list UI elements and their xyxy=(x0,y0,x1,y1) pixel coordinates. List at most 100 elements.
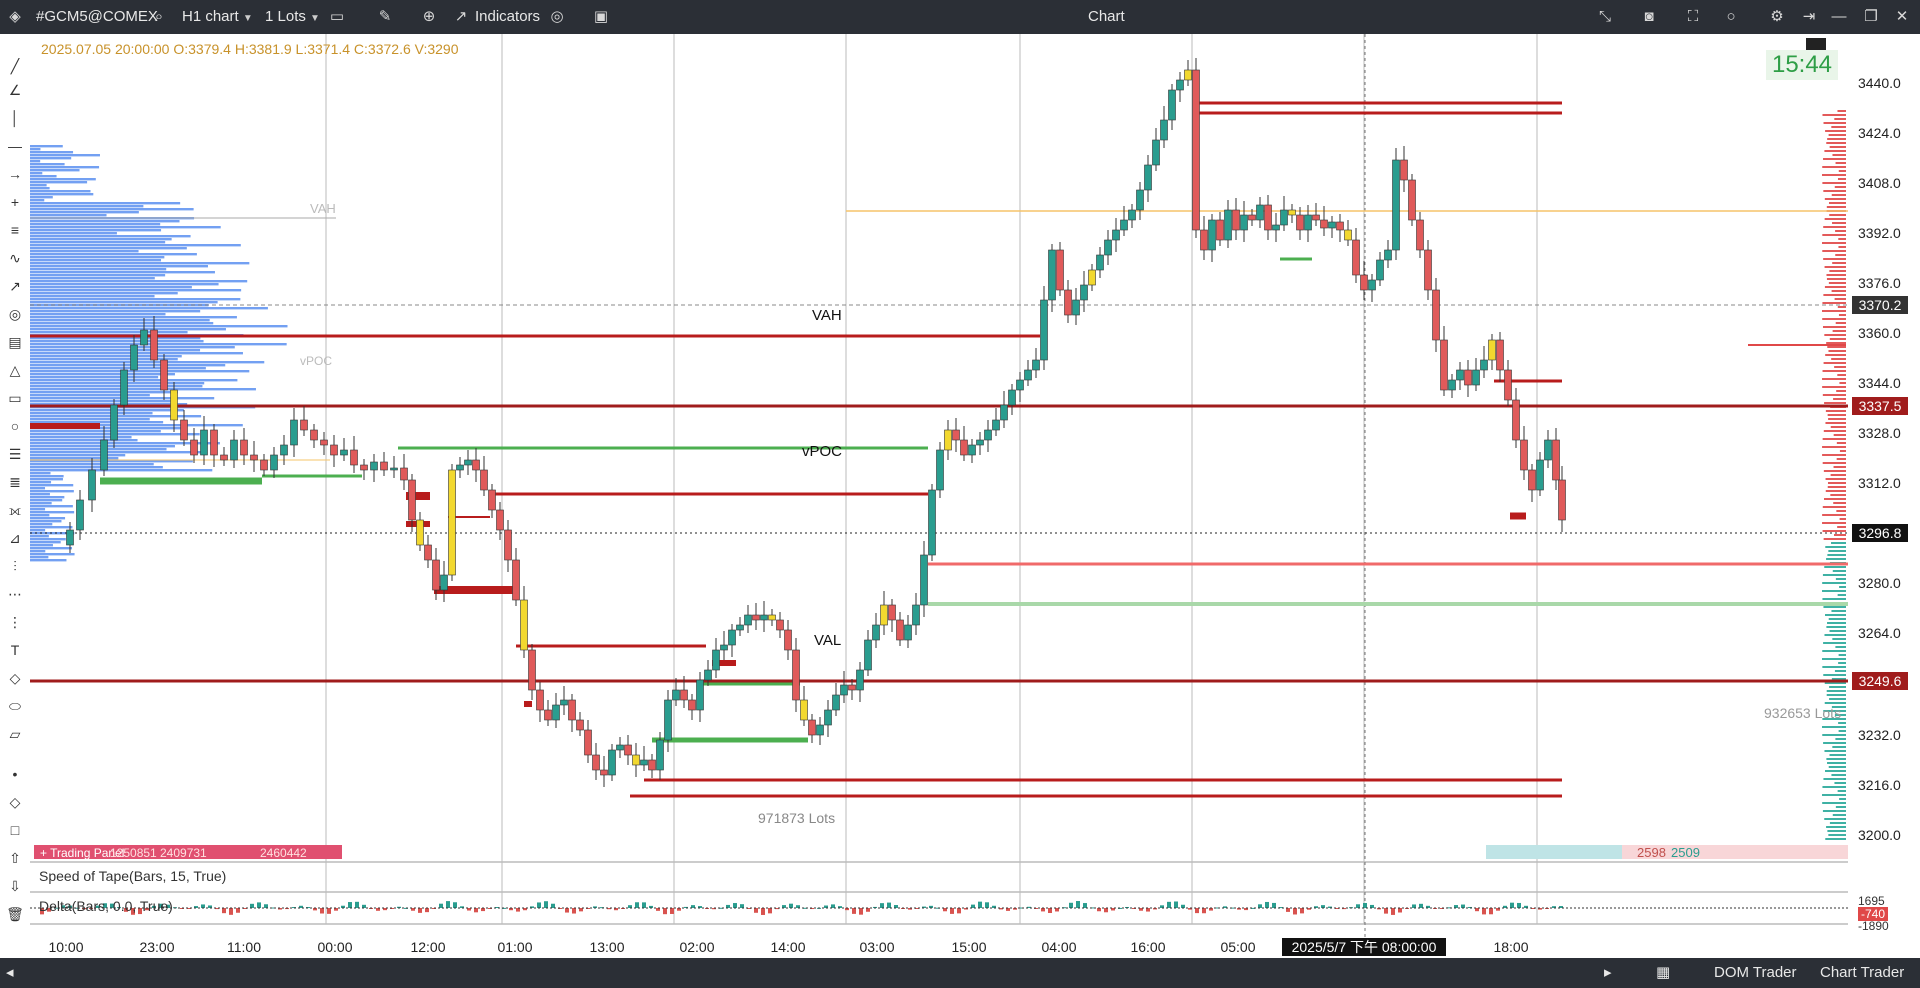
candle[interactable] xyxy=(560,699,568,706)
candle[interactable] xyxy=(1504,369,1512,401)
candle[interactable] xyxy=(360,464,368,471)
curve-icon[interactable]: ∿ xyxy=(5,248,25,268)
candle[interactable] xyxy=(280,444,288,456)
candle[interactable] xyxy=(528,649,536,691)
zoom-icon[interactable]: ⊕ xyxy=(420,8,438,26)
line-tool-icon[interactable]: ╱ xyxy=(5,56,25,76)
candle[interactable] xyxy=(408,479,416,521)
candle[interactable] xyxy=(1248,214,1256,221)
candle[interactable] xyxy=(1040,299,1048,361)
candle[interactable] xyxy=(1272,224,1280,231)
square-icon[interactable]: □ xyxy=(5,820,25,840)
candle[interactable] xyxy=(680,689,688,701)
candle[interactable] xyxy=(744,614,752,626)
forecast-icon[interactable]: ⟗ xyxy=(5,500,25,520)
scroll-right-icon[interactable]: ▸ xyxy=(1604,958,1612,988)
dom-trader-button[interactable]: DOM Trader xyxy=(1714,958,1797,988)
candle[interactable] xyxy=(952,429,960,441)
callout-icon[interactable]: ▱ xyxy=(5,724,25,744)
candle[interactable] xyxy=(1184,69,1192,81)
candle[interactable] xyxy=(170,389,178,421)
candle[interactable] xyxy=(1440,339,1448,391)
candle[interactable] xyxy=(416,519,424,546)
candle[interactable] xyxy=(1096,254,1104,271)
candle[interactable] xyxy=(1080,284,1088,301)
fullscreen-icon[interactable]: ⛶ xyxy=(1684,8,1702,26)
candle[interactable] xyxy=(1496,339,1504,371)
bars-icon[interactable]: ☰ xyxy=(5,444,25,464)
candle[interactable] xyxy=(576,719,584,731)
search-icon[interactable]: ⌕ xyxy=(150,8,168,26)
candle[interactable] xyxy=(792,649,800,701)
horizontal-line-icon[interactable]: — xyxy=(5,136,25,156)
candle[interactable] xyxy=(688,699,696,711)
candle[interactable] xyxy=(464,459,472,466)
circle-icon[interactable]: ○ xyxy=(1722,8,1740,26)
candle[interactable] xyxy=(1200,229,1208,251)
candle[interactable] xyxy=(1280,209,1288,226)
candle[interactable] xyxy=(696,679,704,711)
dot-icon[interactable]: • xyxy=(5,764,25,784)
candle[interactable] xyxy=(340,449,348,456)
candle[interactable] xyxy=(1032,359,1040,371)
candle[interactable] xyxy=(1472,369,1480,386)
candle[interactable] xyxy=(88,469,96,501)
candle[interactable] xyxy=(390,467,398,471)
arrow-icon[interactable]: → xyxy=(5,164,25,184)
candle[interactable] xyxy=(784,629,792,651)
close-icon[interactable]: ✕ xyxy=(1893,8,1911,26)
candle[interactable] xyxy=(1488,339,1496,361)
candle[interactable] xyxy=(260,459,268,471)
channel-icon[interactable]: ≡ xyxy=(5,220,25,240)
candle[interactable] xyxy=(920,554,928,606)
ellipse-icon[interactable]: ○ xyxy=(5,416,25,436)
candle[interactable] xyxy=(1480,359,1488,371)
candle[interactable] xyxy=(1176,79,1184,91)
candle[interactable] xyxy=(504,529,512,561)
candle[interactable] xyxy=(250,454,258,461)
minimize-icon[interactable]: — xyxy=(1830,8,1848,26)
candle[interactable] xyxy=(848,684,856,691)
candle[interactable] xyxy=(424,544,432,561)
candle[interactable] xyxy=(752,614,760,621)
candle[interactable] xyxy=(936,449,944,491)
candle[interactable] xyxy=(1528,469,1536,491)
candle[interactable] xyxy=(760,614,768,621)
candle[interactable] xyxy=(1152,139,1160,166)
settings-icon[interactable]: ⚙ xyxy=(1768,8,1786,26)
candle[interactable] xyxy=(1424,249,1432,291)
candle[interactable] xyxy=(1016,379,1024,391)
candle[interactable] xyxy=(370,461,378,471)
list-icon[interactable]: ≣ xyxy=(5,472,25,492)
chart-trader-button[interactable]: Chart Trader xyxy=(1820,958,1904,988)
candle[interactable] xyxy=(584,729,592,756)
candle[interactable] xyxy=(520,599,528,651)
candle[interactable] xyxy=(456,464,464,471)
candle[interactable] xyxy=(1408,179,1416,221)
price-chart[interactable]: VAH vPOC VAL 971873 Lots 932653 Lots VAH vPOC 2… xyxy=(30,34,1848,958)
candle[interactable] xyxy=(480,469,488,491)
candle[interactable] xyxy=(968,444,976,456)
candle[interactable] xyxy=(640,759,648,766)
candle[interactable] xyxy=(130,344,138,371)
candle[interactable] xyxy=(1376,259,1384,281)
candle[interactable] xyxy=(1360,274,1368,291)
candle[interactable] xyxy=(944,429,952,451)
indicators-icon[interactable]: ↗ xyxy=(452,8,470,26)
candle[interactable] xyxy=(776,619,784,631)
candle[interactable] xyxy=(600,769,608,776)
restore-icon[interactable]: ❐ xyxy=(1862,8,1880,26)
candle[interactable] xyxy=(1136,189,1144,211)
candle[interactable] xyxy=(768,614,776,621)
symbol-label[interactable]: #GCM5@COMEX xyxy=(36,0,158,34)
lots-dropdown[interactable]: 1 Lots ▼ xyxy=(265,0,320,34)
candle[interactable] xyxy=(150,329,158,361)
candle[interactable] xyxy=(1008,389,1016,406)
candle[interactable] xyxy=(864,639,872,671)
candle[interactable] xyxy=(1088,269,1096,286)
candle[interactable] xyxy=(1558,479,1566,521)
candle[interactable] xyxy=(290,419,298,446)
candle[interactable] xyxy=(1536,459,1544,491)
candle[interactable] xyxy=(1160,119,1168,141)
candle[interactable] xyxy=(1128,209,1136,221)
